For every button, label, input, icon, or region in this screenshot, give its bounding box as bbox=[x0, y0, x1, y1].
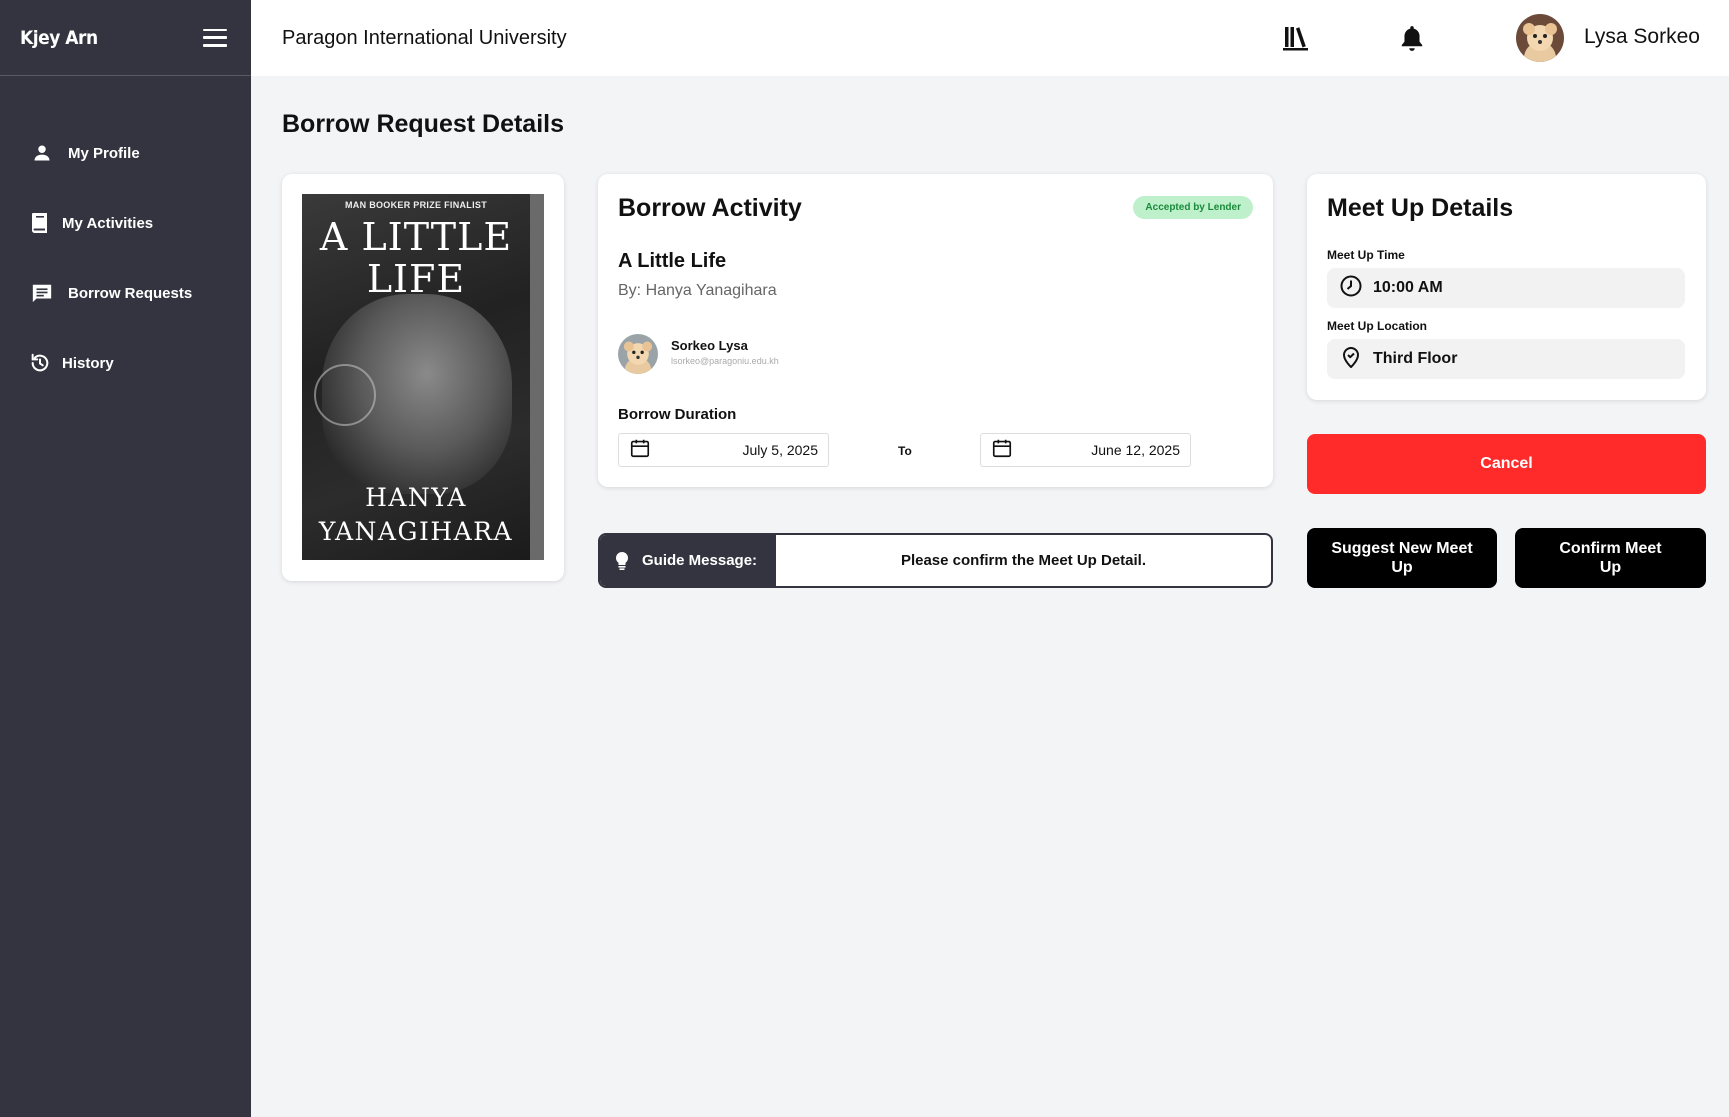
guide-label-block: Guide Message: bbox=[600, 535, 776, 586]
suggest-new-meet-up-button[interactable]: Suggest New Meet Up bbox=[1307, 528, 1497, 588]
top-header: Paragon International University Lysa So… bbox=[251, 0, 1729, 76]
meet-up-time-label: Meet Up Time bbox=[1327, 248, 1405, 262]
start-date-field[interactable]: July 5, 2025 bbox=[618, 433, 829, 467]
borrow-activity-card: Borrow Activity Accepted by Lender A Lit… bbox=[598, 174, 1273, 487]
history-icon bbox=[28, 351, 52, 375]
activity-title: Borrow Activity bbox=[618, 194, 802, 222]
book-icon bbox=[28, 211, 52, 235]
sidebar-item-label: My Activities bbox=[62, 214, 154, 232]
meet-up-location-value: Third Floor bbox=[1373, 350, 1458, 367]
book-cover-image: MAN BOOKER PRIZE FINALIST A LITTLE LIFE … bbox=[302, 194, 544, 560]
sidebar-header: Kjey Arn bbox=[0, 0, 251, 76]
meet-up-time-value: 10:00 AM bbox=[1373, 279, 1443, 296]
lender-avatar bbox=[618, 334, 658, 374]
lender-name: Sorkeo Lysa bbox=[671, 338, 748, 353]
book-author: By: Hanya Yanagihara bbox=[618, 282, 777, 299]
sidebar-item-history[interactable]: History bbox=[0, 328, 251, 398]
end-date-field[interactable]: June 12, 2025 bbox=[980, 433, 1191, 467]
page-title: Borrow Request Details bbox=[282, 110, 565, 138]
sidebar: Kjey Arn My Profile My Activities Borrow… bbox=[0, 0, 251, 1117]
cancel-button[interactable]: Cancel bbox=[1307, 434, 1706, 494]
meet-up-details-card: Meet Up Details Meet Up Time 10:00 AM Me… bbox=[1307, 174, 1706, 400]
cover-award-line: MAN BOOKER PRIZE FINALIST bbox=[345, 200, 487, 210]
book-title: A Little Life bbox=[618, 250, 727, 272]
user-name[interactable]: Lysa Sorkeo bbox=[1584, 25, 1700, 49]
university-name: Paragon International University bbox=[282, 26, 567, 49]
sidebar-item-my-activities[interactable]: My Activities bbox=[0, 188, 251, 258]
meet-up-location-field[interactable]: Third Floor bbox=[1327, 339, 1685, 379]
start-date-value: July 5, 2025 bbox=[742, 442, 819, 458]
calendar-icon bbox=[991, 437, 1013, 464]
sidebar-nav: My Profile My Activities Borrow Requests… bbox=[0, 118, 251, 398]
library-icon[interactable] bbox=[1282, 24, 1310, 52]
guide-message-bar: Guide Message: Please confirm the Meet U… bbox=[598, 533, 1273, 588]
clock-icon bbox=[1339, 274, 1363, 303]
person-icon bbox=[30, 141, 54, 165]
book-cover-card: MAN BOOKER PRIZE FINALIST A LITTLE LIFE … bbox=[282, 174, 564, 581]
cover-title: A LITTLE LIFE bbox=[319, 215, 513, 301]
award-seal-icon bbox=[314, 364, 376, 426]
sidebar-item-my-profile[interactable]: My Profile bbox=[0, 118, 251, 188]
location-pin-icon bbox=[1339, 345, 1363, 374]
sidebar-item-label: History bbox=[62, 354, 114, 372]
confirm-meet-up-button[interactable]: Confirm Meet Up bbox=[1515, 528, 1706, 588]
menu-icon[interactable] bbox=[203, 28, 227, 47]
cover-author: HANYA YANAGIHARA bbox=[318, 483, 514, 546]
user-avatar[interactable] bbox=[1516, 14, 1564, 62]
lender-email: lsorkeo@paragoniu.edu.kh bbox=[671, 356, 779, 366]
calendar-icon bbox=[629, 437, 651, 464]
guide-message: Please confirm the Meet Up Detail. bbox=[900, 552, 1147, 569]
chat-icon bbox=[30, 281, 54, 305]
end-date-value: June 12, 2025 bbox=[1091, 442, 1180, 458]
bell-icon[interactable] bbox=[1398, 24, 1426, 52]
meet-up-title: Meet Up Details bbox=[1327, 194, 1514, 222]
sidebar-item-borrow-requests[interactable]: Borrow Requests bbox=[0, 258, 251, 328]
status-badge: Accepted by Lender bbox=[1133, 196, 1253, 219]
guide-label: Guide Message: bbox=[642, 552, 758, 569]
brand-logo: Kjey Arn bbox=[20, 26, 98, 49]
meet-up-time-field[interactable]: 10:00 AM bbox=[1327, 268, 1685, 308]
sidebar-item-label: My Profile bbox=[68, 144, 140, 162]
meet-up-location-label: Meet Up Location bbox=[1327, 319, 1428, 333]
sidebar-item-label: Borrow Requests bbox=[68, 284, 193, 302]
borrow-duration-label: Borrow Duration bbox=[618, 406, 737, 423]
to-label: To bbox=[898, 444, 912, 458]
lightbulb-icon bbox=[614, 551, 630, 571]
